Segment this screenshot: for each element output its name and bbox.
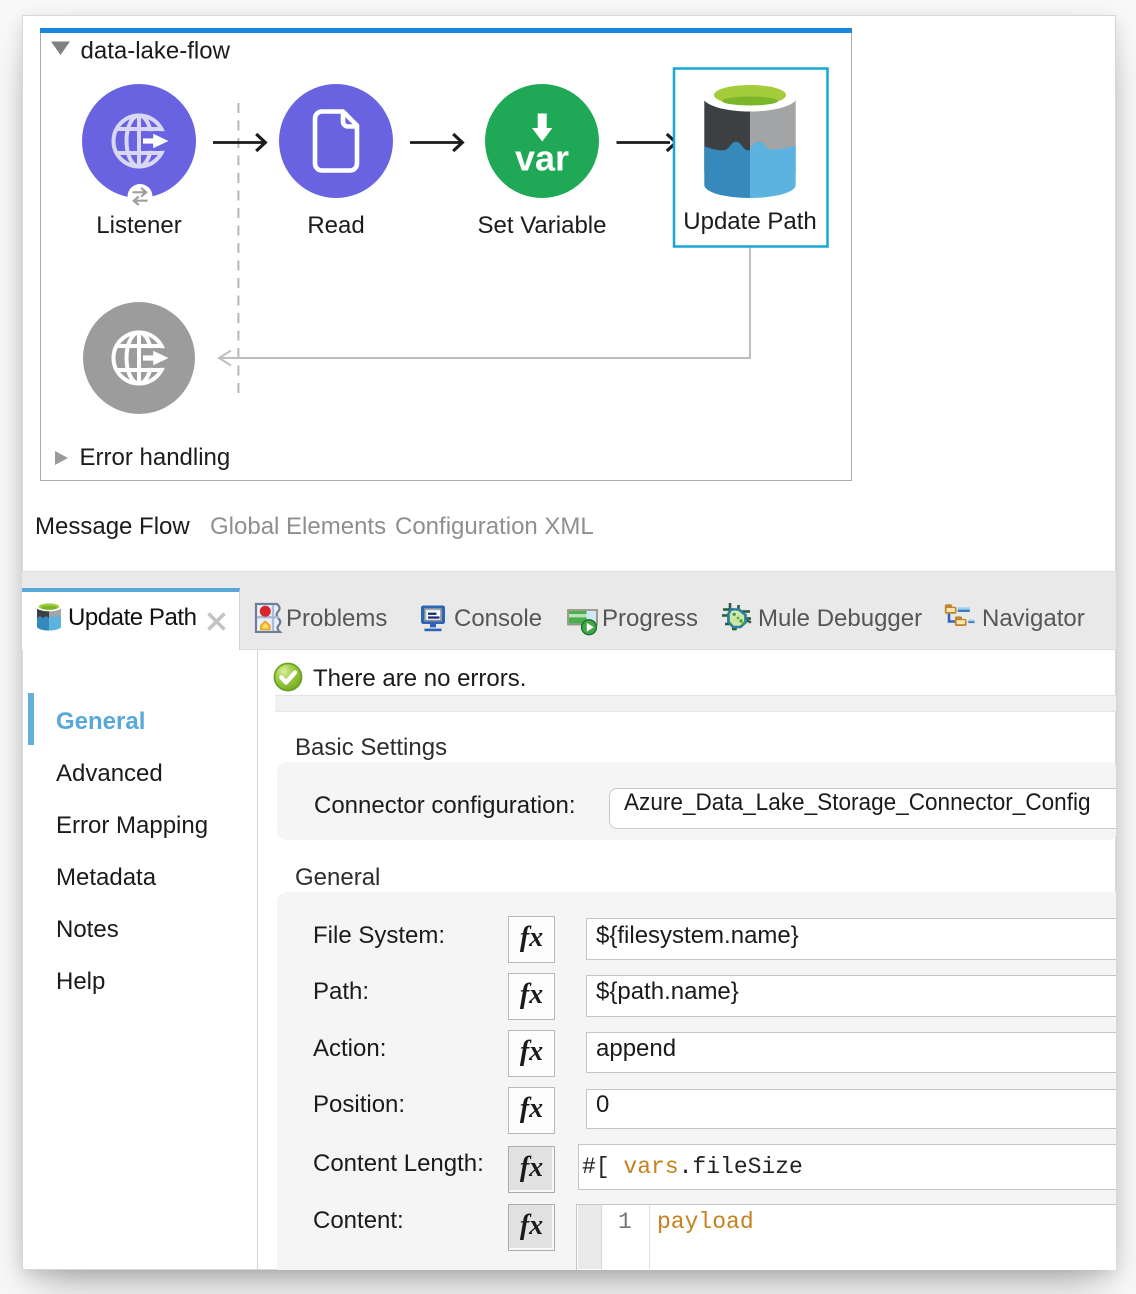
svg-text:Listener: Listener bbox=[96, 212, 181, 239]
svg-text:data-lake-flow: data-lake-flow bbox=[81, 38, 231, 65]
svg-text:Update Path: Update Path bbox=[683, 208, 816, 235]
svg-text:var: var bbox=[515, 138, 569, 179]
svg-text:Read: Read bbox=[307, 212, 364, 239]
svg-text:Set Variable: Set Variable bbox=[478, 212, 607, 239]
svg-text:Error handling: Error handling bbox=[80, 444, 231, 471]
